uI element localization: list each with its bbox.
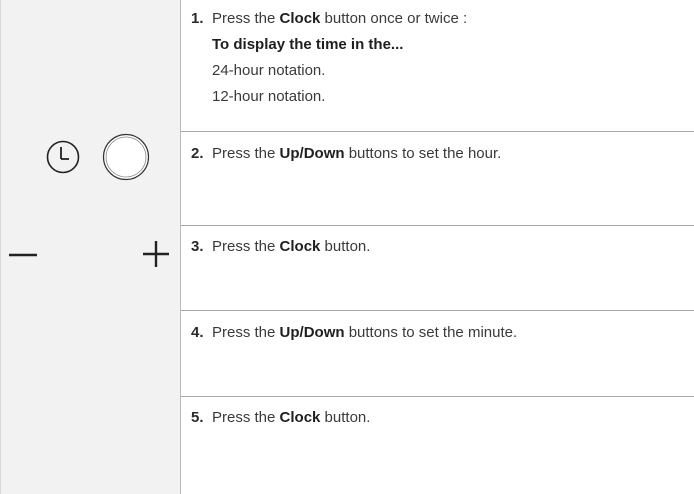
button-name: Clock <box>279 10 321 27</box>
step-text: Press the Clock button. <box>212 409 371 426</box>
sub-item-24h: 24-hour notation. <box>212 62 326 79</box>
step-number: 2. <box>191 145 204 162</box>
step-divider <box>181 225 694 226</box>
button-name: Clock <box>279 409 321 426</box>
plus-icon <box>143 241 169 267</box>
step-3: 3. Press the Clock button. <box>181 236 694 257</box>
round-button-icon <box>102 133 150 181</box>
step-text: Press the Up/Down buttons to set the min… <box>212 324 518 341</box>
step-text: Press the Clock button. <box>212 238 371 255</box>
step-number: 3. <box>191 238 204 255</box>
step-divider <box>181 396 694 397</box>
button-name: Clock <box>279 238 321 255</box>
sub-heading: To display the time in the... <box>212 36 404 53</box>
step-text: Press the Clock button once or twice : <box>212 10 468 27</box>
step-4: 4. Press the Up/Down buttons to set the … <box>181 322 694 343</box>
step-divider <box>181 131 694 132</box>
minus-icon <box>9 253 37 257</box>
step-2: 2. Press the Up/Down buttons to set the … <box>181 143 694 164</box>
step-text: Press the Up/Down buttons to set the hou… <box>212 145 502 162</box>
sub-item-12h: 12-hour notation. <box>212 88 326 105</box>
button-name: Up/Down <box>279 324 345 341</box>
clock-icon <box>46 140 80 174</box>
step-number: 5. <box>191 409 204 426</box>
step-5: 5. Press the Clock button. <box>181 407 694 428</box>
step-divider <box>181 310 694 311</box>
button-name: Up/Down <box>279 145 345 162</box>
step-number: 4. <box>191 324 204 341</box>
step-1: 1. Press the Clock button once or twice … <box>181 8 694 107</box>
step-number: 1. <box>191 10 204 27</box>
illustration-panel <box>0 0 180 494</box>
